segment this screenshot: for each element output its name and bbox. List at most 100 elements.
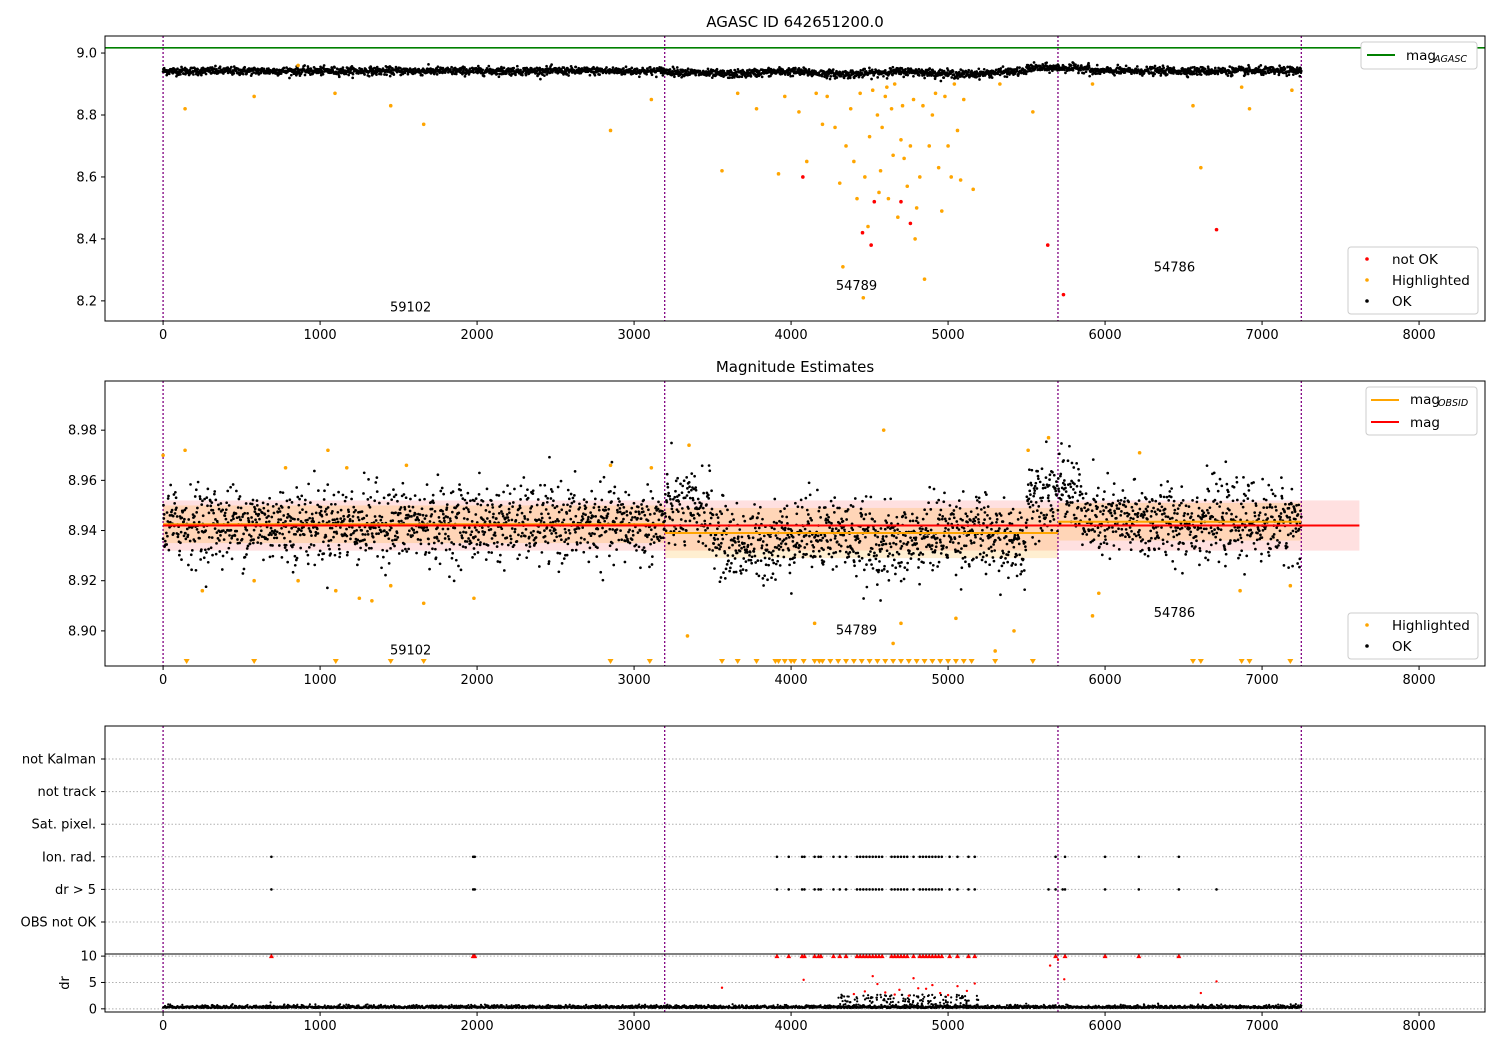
ok-point (673, 495, 677, 499)
highlighted-point (833, 125, 837, 130)
ok-point (303, 502, 307, 506)
ok-point (297, 503, 301, 507)
ok-point (253, 510, 257, 514)
ok-point (1153, 64, 1157, 68)
ok-point (237, 515, 241, 519)
ok-point (368, 505, 372, 509)
ok-point (352, 505, 356, 509)
ok-point (161, 537, 165, 541)
ok-point (732, 536, 736, 540)
ok-point (550, 532, 553, 535)
ok-point (444, 548, 448, 552)
ok-point (716, 537, 720, 541)
ok-point (679, 518, 683, 521)
ok-point (774, 534, 778, 537)
ok-point (1113, 73, 1116, 77)
highlighted-point (892, 82, 897, 86)
x-tick-label: 1000 (304, 328, 337, 343)
ok-point (701, 542, 705, 545)
ok-point (322, 498, 326, 501)
ok-point (731, 554, 735, 557)
highlighted-point (867, 134, 872, 139)
ok-point (668, 68, 672, 71)
ok-point (759, 537, 763, 541)
ok-point (625, 513, 629, 517)
ok-point (641, 548, 644, 552)
ok-point (245, 547, 249, 550)
ok-point (512, 66, 516, 70)
ok-point (1116, 63, 1120, 67)
highlighted-point (388, 103, 393, 108)
ok-point (613, 520, 616, 524)
ok-point (708, 469, 712, 473)
ok-point (345, 553, 349, 557)
ok-point (285, 499, 289, 503)
ok-point (685, 494, 689, 497)
ok-point (521, 73, 524, 77)
ok-point (463, 74, 467, 78)
ok-point (694, 488, 698, 492)
ok-point (376, 555, 379, 558)
not-ok-point (869, 243, 873, 247)
ok-point (990, 76, 994, 79)
ok-point (618, 507, 622, 510)
ok-point (319, 505, 323, 509)
ok-point (406, 533, 410, 536)
not-ok-point (1045, 243, 1050, 247)
ok-point (599, 570, 603, 574)
ok-point (735, 501, 739, 505)
ok-point (243, 555, 247, 559)
highlighted-point (1239, 85, 1244, 89)
ok-point (502, 490, 505, 494)
ok-point (198, 497, 202, 501)
ok-point (741, 568, 745, 571)
ok-point (259, 529, 263, 533)
ok-point (275, 536, 279, 540)
ok-point (557, 570, 561, 574)
ok-point (469, 533, 473, 537)
ok-point (304, 510, 308, 514)
ok-point (771, 549, 775, 553)
ok-point (234, 512, 238, 515)
ok-point (326, 483, 330, 486)
ok-point (325, 513, 329, 516)
ok-point (621, 520, 624, 524)
ok-point (681, 484, 685, 488)
ok-point (515, 64, 519, 68)
ok-point (559, 534, 563, 537)
ok-point (186, 533, 190, 537)
ok-point (548, 529, 552, 532)
ok-point (432, 541, 436, 545)
ok-point (630, 518, 633, 522)
ok-point (729, 566, 732, 570)
ok-point (596, 546, 599, 550)
ok-point (480, 526, 484, 530)
not-ok-point (801, 175, 805, 179)
ok-point (597, 505, 601, 509)
ok-point (391, 519, 395, 522)
not-ok-point (860, 230, 865, 235)
ok-point (764, 563, 768, 567)
ok-point (579, 536, 583, 540)
ok-point (667, 491, 670, 495)
legend-mag-agasc: magAGASC (1360, 41, 1478, 70)
ok-point (829, 75, 833, 78)
ok-point (701, 506, 705, 510)
ok-point (700, 464, 704, 468)
ok-point (204, 585, 208, 589)
ok-point (406, 516, 409, 520)
ok-point (184, 537, 188, 541)
ok-point (473, 526, 477, 529)
ok-point (476, 538, 480, 542)
ok-point (607, 507, 611, 511)
ok-point (194, 568, 198, 572)
ok-point (213, 492, 216, 496)
ok-point (314, 511, 318, 515)
ok-point (745, 551, 749, 554)
obsid-annotation: 59102 (390, 301, 431, 316)
ok-point (176, 532, 180, 536)
ok-point (697, 513, 701, 517)
ok-point (467, 510, 471, 514)
ok-point (648, 565, 651, 569)
ok-point (488, 520, 492, 523)
